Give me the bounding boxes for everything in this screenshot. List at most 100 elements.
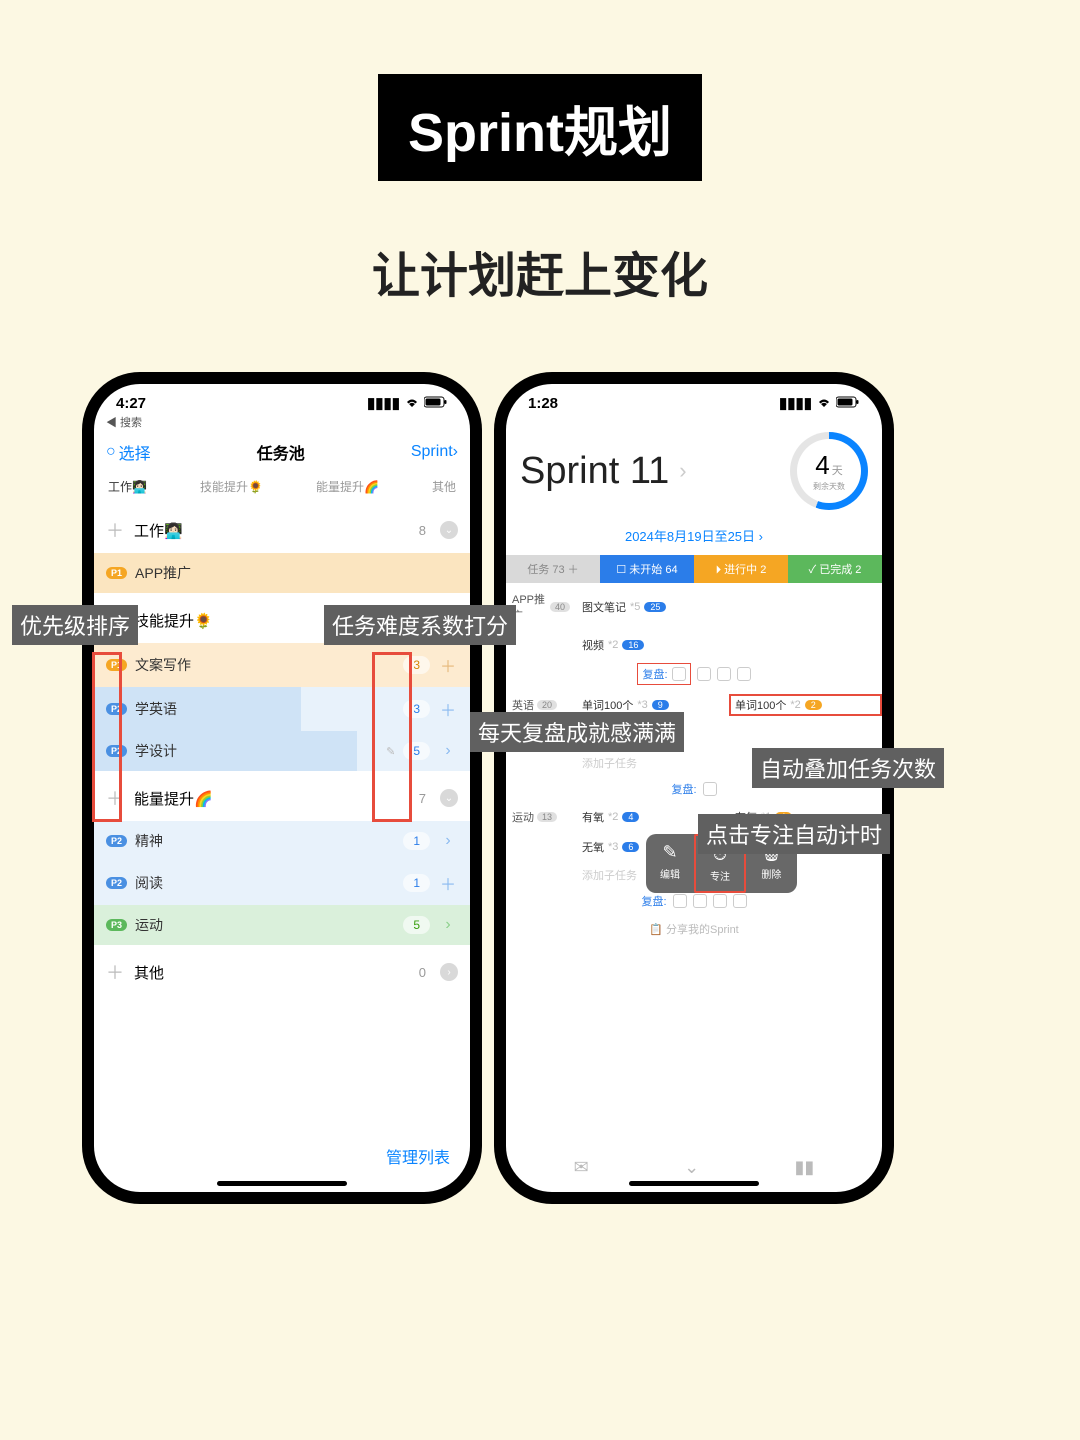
priority-badge: P2 [106,877,127,889]
anno-priority: 优先级排序 [12,605,138,645]
chevron-right-icon: › [453,443,458,461]
manage-list-button[interactable]: 管理列表 [386,1144,450,1168]
anno-review: 每天复盘成就感满满 [470,712,684,752]
cat-label: APP推广 [512,591,547,623]
checkbox[interactable] [693,894,707,908]
clock: 4:27 [116,395,146,412]
group-energy[interactable]: ＋ 能量提升🌈 7 ⌄ [94,771,470,821]
cat-badge: 20 [537,700,557,710]
group-label: 能量提升🌈 [134,788,413,809]
review-row-app: 复盘: [506,659,882,689]
task-app-promo[interactable]: P1 APP推广 [94,553,470,593]
group-count: 7 [419,791,426,806]
checkbox[interactable] [697,667,711,681]
date-text: 2024年8月19日至25日 [625,529,755,544]
item-badge: 16 [622,640,644,650]
inbox-icon[interactable]: ✉︎ [574,1157,589,1178]
wifi-icon [816,395,832,412]
group-other[interactable]: ＋ 其他 0 › [94,945,470,995]
task-sport[interactable]: P3 运动 5 › [94,905,470,945]
tab-energy[interactable]: 能量提升🌈 [316,478,379,495]
item-badge: 4 [622,812,639,822]
review-label: 复盘: [642,666,667,682]
phone-mockup-left: 4:27 ▮▮▮▮ ◀ 搜索 ○ 选择 任务池 Sprint › [82,372,482,1204]
task-label: 精神 [135,831,395,851]
checkbox[interactable] [673,894,687,908]
tab-work[interactable]: 工作👩🏻‍💻 [108,478,147,495]
checkbox[interactable] [713,894,727,908]
days-number: 4 [815,450,829,480]
group-work[interactable]: ＋ 工作👩🏻‍💻 8 ⌄ [94,503,470,553]
chevron-right-icon[interactable]: › [679,458,686,484]
item-label: 图文笔记 [582,599,626,615]
redbox-score [372,652,412,822]
task-label: 学英语 [135,699,395,719]
signal-icon: ▮▮▮▮ [779,394,812,412]
chevron-right-icon[interactable]: › [438,916,458,934]
task-read[interactable]: P2 阅读 1 ＋ [94,861,470,905]
stats-icon[interactable]: ▮▮ [795,1157,815,1178]
cat-label: 英语 [512,697,534,713]
cat-sport[interactable]: 运动 13 [506,805,576,829]
tab-done[interactable]: ✓ 已完成 2 [788,555,882,583]
checkbox[interactable] [672,667,686,681]
focus-label: 专注 [710,868,730,883]
back-search[interactable]: ◀ 搜索 [94,414,470,434]
select-button[interactable]: ○ 选择 [106,440,151,464]
chevron-down-icon[interactable]: ⌄ [440,789,458,807]
priority-badge: P1 [106,567,127,579]
tab-other[interactable]: 其他 [432,478,456,495]
circle-icon: ○ [106,443,116,461]
task-spirit[interactable]: P2 精神 1 › [94,821,470,861]
kitem-video[interactable]: 视频 *2 16 [582,635,882,655]
page-title: Sprint规划 [378,74,702,181]
chevron-right-icon[interactable]: › [438,742,458,760]
clock: 1:28 [528,395,558,412]
plus-icon[interactable]: ＋ [438,871,458,895]
select-label: 选择 [119,440,151,464]
checkbox[interactable] [717,667,731,681]
task-writing[interactable]: P1 文案写作 3 ＋ [94,643,470,687]
item-label: 单词100个 [582,697,633,713]
sprint-link[interactable]: Sprint › [411,443,458,461]
checkbox[interactable] [703,782,717,796]
share-sprint-link[interactable]: 📋 分享我的Sprint [506,913,882,945]
status-bar: 1:28 ▮▮▮▮ [506,384,882,414]
chevron-right-icon: › [759,529,763,544]
task-label: 运动 [135,915,395,935]
status-icons: ▮▮▮▮ [367,394,448,412]
edit-button[interactable]: ✎ 编辑 [646,834,694,893]
item-label: 单词100个 [735,697,786,713]
plus-icon[interactable]: ＋ [106,517,124,543]
item-mult: *3 [608,841,618,853]
signal-icon: ▮▮▮▮ [367,394,400,412]
checkbox[interactable] [733,894,747,908]
task-design[interactable]: P2 学设计 ✎ 5 › [94,731,470,771]
status-bar: 4:27 ▮▮▮▮ [94,384,470,414]
kitem-words-progress[interactable]: 单词100个 *2 2 [729,694,882,716]
cat-app[interactable]: APP推广 40 [506,587,576,627]
days-unit: 天 [832,465,843,477]
checkbox[interactable] [737,667,751,681]
collapse-icon[interactable]: ⌄ [684,1157,699,1178]
task-score: 1 [403,832,430,850]
tab-in-progress[interactable]: ⏵ 进行中 2 [694,555,788,583]
tab-all[interactable]: 任务 73 ＋ [506,555,600,583]
chevron-down-icon[interactable]: ⌄ [440,521,458,539]
task-english[interactable]: P2 学英语 3 ＋ [94,687,470,731]
plus-icon[interactable]: ＋ [106,959,124,985]
anno-timer: 点击专注自动计时 [698,814,890,854]
sprint-title[interactable]: Sprint 11 [520,450,669,493]
tab-skill[interactable]: 技能提升🌻 [200,478,263,495]
tab-not-started[interactable]: ☐ 未开始 64 [600,555,694,583]
kitem-picnote[interactable]: 图文笔记 *5 25 [582,597,882,617]
status-icons: ▮▮▮▮ [779,394,860,412]
date-range[interactable]: 2024年8月19日至25日 › [506,520,882,555]
chevron-right-icon[interactable]: › [440,963,458,981]
chevron-right-icon[interactable]: › [438,832,458,850]
plus-icon[interactable]: ＋ [438,653,458,677]
task-label: APP推广 [135,563,458,583]
bottom-nav: ✉︎ ⌄ ▮▮ [506,1157,882,1178]
plus-icon[interactable]: ＋ [438,697,458,721]
item-badge: 6 [622,842,639,852]
